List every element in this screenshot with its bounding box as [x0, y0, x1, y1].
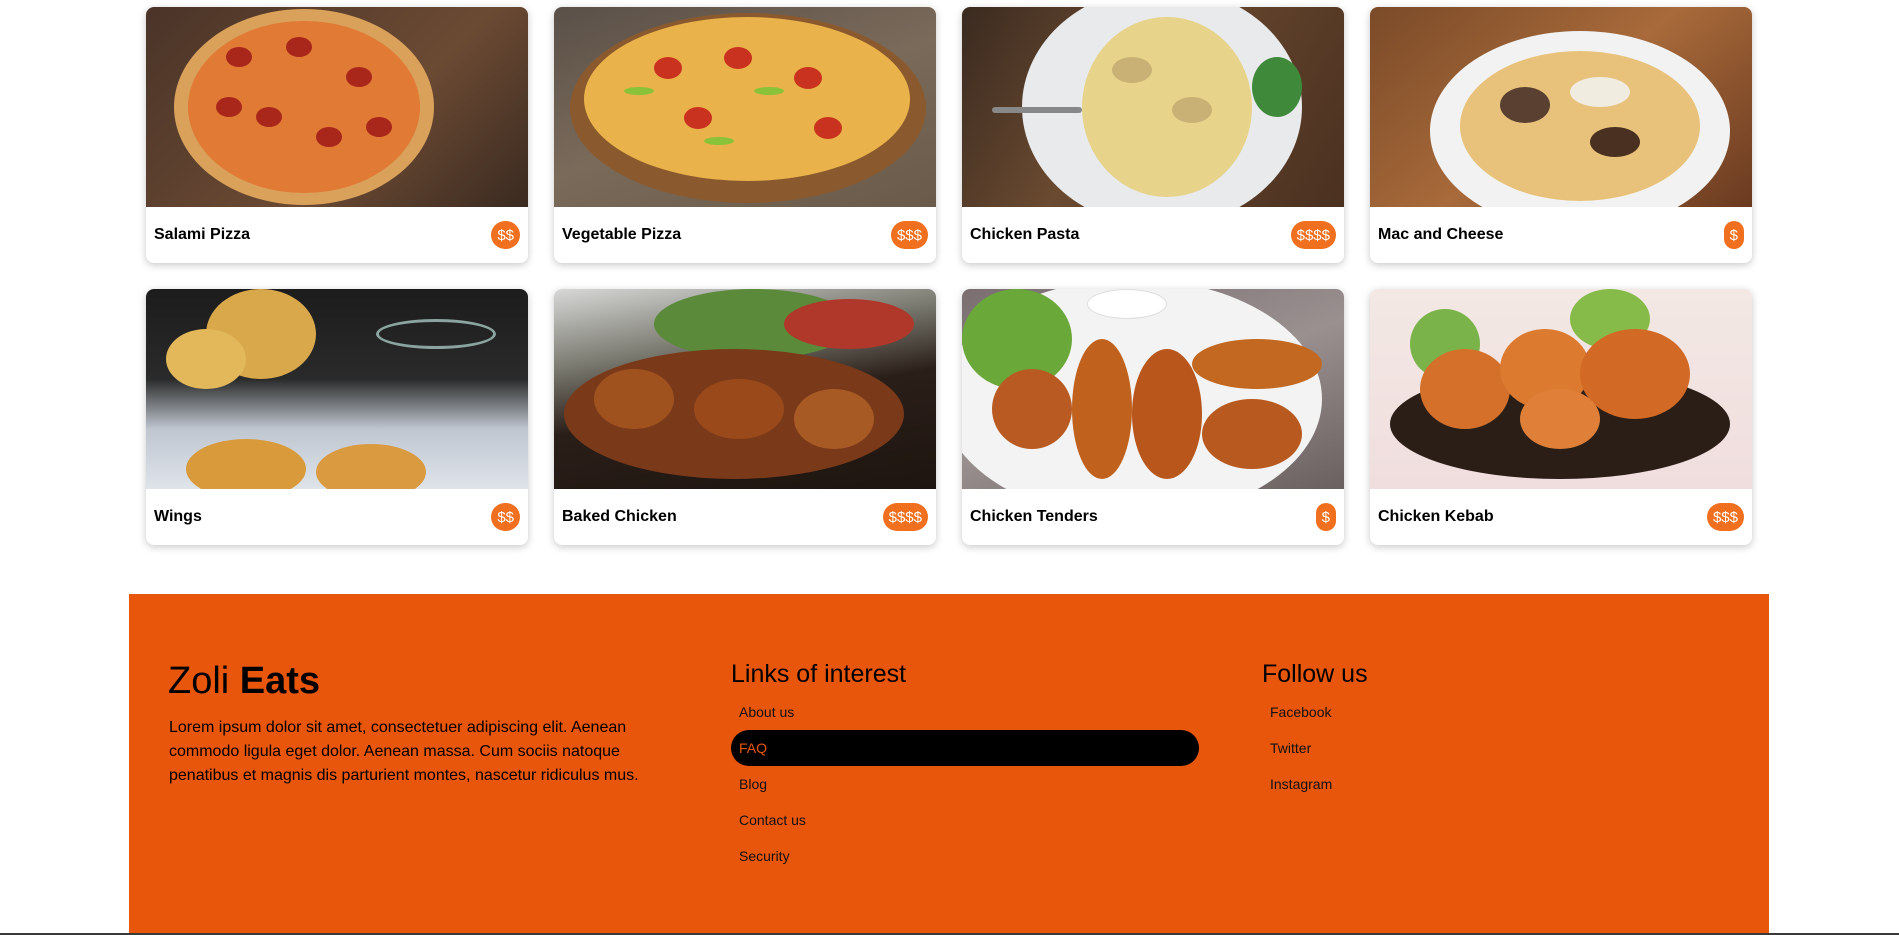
- dish-image: [962, 7, 1344, 207]
- dish-image: [1370, 289, 1752, 489]
- footer-about-text: Lorem ipsum dolor sit amet, consectetuer…: [169, 719, 639, 784]
- price-badge: $$$: [1706, 503, 1744, 531]
- menu-card[interactable]: Wings $$: [146, 289, 528, 545]
- price-badge: $$: [491, 503, 520, 531]
- dish-image: [146, 7, 528, 207]
- menu-card[interactable]: Baked Chicken $$$$: [554, 289, 936, 545]
- dish-name: Chicken Pasta: [970, 226, 1080, 243]
- links-title: Links of interest: [731, 660, 907, 688]
- footer-link-faq[interactable]: FAQ: [731, 730, 1199, 766]
- price-badge: $$$$: [882, 503, 928, 531]
- social-link-twitter[interactable]: Twitter: [1262, 730, 1332, 766]
- dish-name: Wings: [154, 508, 202, 525]
- price-badge: $$$$: [1290, 221, 1336, 249]
- price-badge: $$$: [890, 221, 928, 249]
- menu-card[interactable]: Salami Pizza $$: [146, 7, 528, 263]
- brand-light: Zoli: [168, 660, 230, 702]
- dish-image: [554, 289, 936, 489]
- menu-card[interactable]: Chicken Kebab $$$: [1370, 289, 1752, 545]
- dish-name: Baked Chicken: [562, 508, 677, 525]
- links-list: About us FAQ Blog Contact us Security: [731, 694, 1199, 874]
- brand-bold: Eats: [239, 660, 321, 702]
- dish-name: Mac and Cheese: [1378, 226, 1504, 243]
- dish-image: [554, 7, 936, 207]
- dish-name: Chicken Kebab: [1378, 508, 1494, 525]
- footer-brand: Zoli Eats: [168, 660, 320, 703]
- dish-name: Chicken Tenders: [970, 508, 1098, 525]
- dish-image: [962, 289, 1344, 489]
- menu-card[interactable]: Chicken Tenders $: [962, 289, 1344, 545]
- menu-card[interactable]: Mac and Cheese $: [1370, 7, 1752, 263]
- footer-link-contact[interactable]: Contact us: [731, 802, 1199, 838]
- price-badge: $: [1723, 221, 1744, 249]
- footer-link-about[interactable]: About us: [731, 694, 1199, 730]
- footer-link-security[interactable]: Security: [731, 838, 1199, 874]
- price-badge: $$: [491, 221, 520, 249]
- site-footer: Zoli Eats Lorem ipsum dolor sit amet, co…: [129, 594, 1769, 935]
- price-badge: $: [1315, 503, 1336, 531]
- dish-image: [146, 289, 528, 489]
- social-link-facebook[interactable]: Facebook: [1262, 694, 1332, 730]
- social-link-instagram[interactable]: Instagram: [1262, 766, 1332, 802]
- menu-grid: Salami Pizza $$ Vegetable Pizza $$$ Chic…: [146, 7, 1752, 545]
- footer-link-blog[interactable]: Blog: [731, 766, 1199, 802]
- dish-name: Salami Pizza: [154, 226, 251, 243]
- dish-image: [1370, 7, 1752, 207]
- social-list: Facebook Twitter Instagram: [1262, 694, 1332, 802]
- menu-card[interactable]: Chicken Pasta $$$$: [962, 7, 1344, 263]
- dish-name: Vegetable Pizza: [562, 226, 682, 243]
- follow-title: Follow us: [1262, 660, 1368, 688]
- menu-card[interactable]: Vegetable Pizza $$$: [554, 7, 936, 263]
